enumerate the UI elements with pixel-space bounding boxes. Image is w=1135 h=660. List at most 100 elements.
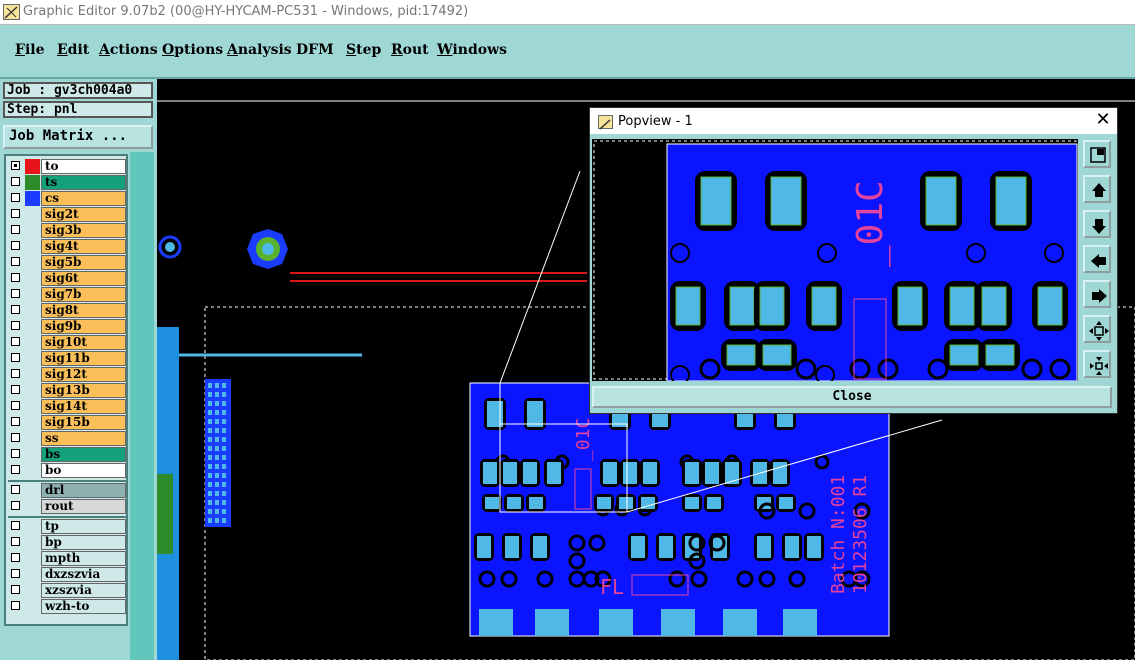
layer-checkbox[interactable] bbox=[11, 537, 20, 546]
layer-row-sig12t[interactable]: sig12t bbox=[8, 367, 126, 382]
layer-checkbox[interactable] bbox=[11, 321, 20, 330]
pan-left-icon[interactable] bbox=[1083, 245, 1111, 273]
layer-row-drl[interactable]: drl bbox=[8, 483, 126, 498]
layer-name[interactable]: sig5b bbox=[41, 255, 126, 270]
close-button[interactable]: Close bbox=[592, 386, 1112, 408]
menu-dfm[interactable]: DFM bbox=[296, 42, 334, 58]
popview-viewport[interactable]: _01C bbox=[592, 139, 1078, 381]
layer-name[interactable]: mpth bbox=[41, 551, 126, 566]
layer-checkbox[interactable] bbox=[11, 209, 20, 218]
layer-checkbox[interactable] bbox=[11, 225, 20, 234]
layer-name[interactable]: bs bbox=[41, 447, 126, 462]
layer-row-dxzszvia[interactable]: dxzszvia bbox=[8, 567, 126, 582]
layer-name[interactable]: bo bbox=[41, 463, 126, 478]
menu-windows[interactable]: Windows bbox=[437, 42, 507, 58]
layer-row-sig13b[interactable]: sig13b bbox=[8, 383, 126, 398]
layer-name[interactable]: sig9b bbox=[41, 319, 126, 334]
layer-row-to[interactable]: to bbox=[8, 159, 126, 174]
popview-drawing[interactable]: _01C bbox=[592, 139, 1078, 381]
layer-checkbox[interactable] bbox=[11, 401, 20, 410]
layer-name[interactable]: wzh-to bbox=[41, 599, 126, 614]
layer-checkbox[interactable] bbox=[11, 241, 20, 250]
layer-name[interactable]: sig14t bbox=[41, 399, 126, 414]
layer-row-sig8t[interactable]: sig8t bbox=[8, 303, 126, 318]
layer-name[interactable]: sig6t bbox=[41, 271, 126, 286]
layer-color-swatch[interactable] bbox=[25, 175, 40, 190]
layer-checkbox[interactable] bbox=[11, 353, 20, 362]
layer-checkbox[interactable] bbox=[11, 521, 20, 530]
layer-name[interactable]: cs bbox=[41, 191, 126, 206]
layer-name[interactable]: bp bbox=[41, 535, 126, 550]
menu-step[interactable]: Step bbox=[346, 42, 381, 58]
layer-checkbox[interactable] bbox=[11, 501, 20, 510]
layer-row-sig4t[interactable]: sig4t bbox=[8, 239, 126, 254]
layer-name[interactable]: sig2t bbox=[41, 207, 126, 222]
layer-row-ss[interactable]: ss bbox=[8, 431, 126, 446]
pan-right-icon[interactable] bbox=[1083, 280, 1111, 308]
layer-checkbox[interactable] bbox=[11, 257, 20, 266]
layer-row-sig3b[interactable]: sig3b bbox=[8, 223, 126, 238]
layer-name[interactable]: rout bbox=[41, 499, 126, 514]
layer-name[interactable]: drl bbox=[41, 483, 126, 498]
layer-name[interactable]: sig11b bbox=[41, 351, 126, 366]
layer-row-sig15b[interactable]: sig15b bbox=[8, 415, 126, 430]
layer-name[interactable]: sig10t bbox=[41, 335, 126, 350]
layer-name[interactable]: sig15b bbox=[41, 415, 126, 430]
layer-checkbox[interactable] bbox=[11, 569, 20, 578]
layer-name[interactable]: sig13b bbox=[41, 383, 126, 398]
menu-actions[interactable]: Actions bbox=[99, 42, 158, 58]
zoom-out-icon[interactable] bbox=[1083, 350, 1111, 378]
layer-color-swatch[interactable] bbox=[25, 191, 40, 206]
layer-checkbox[interactable] bbox=[11, 177, 20, 186]
layer-checkbox[interactable] bbox=[11, 449, 20, 458]
layer-row-ts[interactable]: ts bbox=[8, 175, 126, 190]
layer-row-sig9b[interactable]: sig9b bbox=[8, 319, 126, 334]
layer-checkbox[interactable] bbox=[11, 289, 20, 298]
layer-row-sig14t[interactable]: sig14t bbox=[8, 399, 126, 414]
layer-row-rout[interactable]: rout bbox=[8, 499, 126, 514]
layer-row-sig11b[interactable]: sig11b bbox=[8, 351, 126, 366]
layer-name[interactable]: sig7b bbox=[41, 287, 126, 302]
layer-row-sig6t[interactable]: sig6t bbox=[8, 271, 126, 286]
layer-name[interactable]: to bbox=[41, 159, 126, 174]
menu-options[interactable]: Options bbox=[162, 42, 223, 58]
layer-row-sig5b[interactable]: sig5b bbox=[8, 255, 126, 270]
layer-row-tp[interactable]: tp bbox=[8, 519, 126, 534]
zoom-home-icon[interactable] bbox=[1083, 140, 1111, 168]
job-matrix-button[interactable]: Job Matrix ... bbox=[3, 125, 153, 149]
layer-checkbox[interactable] bbox=[11, 305, 20, 314]
menu-rout[interactable]: Rout bbox=[391, 42, 429, 58]
layer-checkbox[interactable] bbox=[11, 273, 20, 282]
layer-row-mpth[interactable]: mpth bbox=[8, 551, 126, 566]
layer-list-scrollbar[interactable] bbox=[130, 152, 154, 660]
layer-row-bp[interactable]: bp bbox=[8, 535, 126, 550]
layer-name[interactable]: sig12t bbox=[41, 367, 126, 382]
layer-row-xzszvia[interactable]: xzszvia bbox=[8, 583, 126, 598]
layer-row-bs[interactable]: bs bbox=[8, 447, 126, 462]
layer-name[interactable]: sig8t bbox=[41, 303, 126, 318]
layer-name[interactable]: xzszvia bbox=[41, 583, 126, 598]
layer-checkbox[interactable] bbox=[11, 553, 20, 562]
pan-up-icon[interactable] bbox=[1083, 175, 1111, 203]
layer-row-sig10t[interactable]: sig10t bbox=[8, 335, 126, 350]
layer-row-sig7b[interactable]: sig7b bbox=[8, 287, 126, 302]
layer-checkbox[interactable] bbox=[11, 433, 20, 442]
layer-checkbox[interactable] bbox=[11, 585, 20, 594]
layer-row-cs[interactable]: cs bbox=[8, 191, 126, 206]
layer-checkbox[interactable] bbox=[11, 485, 20, 494]
layer-name[interactable]: tp bbox=[41, 519, 126, 534]
layer-name[interactable]: sig3b bbox=[41, 223, 126, 238]
layer-checkbox[interactable] bbox=[11, 193, 20, 202]
layer-checkbox[interactable] bbox=[11, 161, 20, 170]
layer-checkbox[interactable] bbox=[11, 369, 20, 378]
layer-name[interactable]: ts bbox=[41, 175, 126, 190]
layer-checkbox[interactable] bbox=[11, 601, 20, 610]
layer-name[interactable]: dxzszvia bbox=[41, 567, 126, 582]
menu-file[interactable]: File bbox=[15, 42, 45, 58]
layer-name[interactable]: ss bbox=[41, 431, 126, 446]
pan-down-icon[interactable] bbox=[1083, 210, 1111, 238]
layer-checkbox[interactable] bbox=[11, 417, 20, 426]
zoom-in-icon[interactable] bbox=[1083, 315, 1111, 343]
layer-row-bo[interactable]: bo bbox=[8, 463, 126, 478]
layer-row-wzh-to[interactable]: wzh-to bbox=[8, 599, 126, 614]
